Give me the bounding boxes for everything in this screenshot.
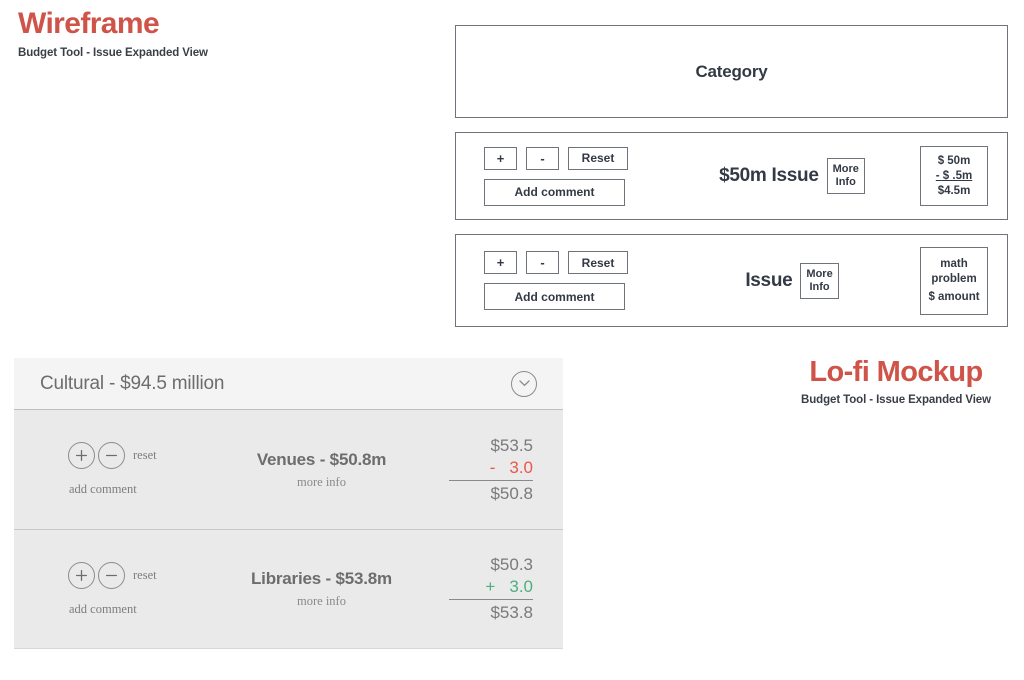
wireframe-button-row: + - Reset bbox=[484, 251, 664, 274]
add-comment-link[interactable]: add comment bbox=[69, 602, 220, 617]
wireframe-subtitle: Budget Tool - Issue Expanded View bbox=[18, 46, 208, 59]
decrement-button[interactable] bbox=[98, 442, 125, 469]
wireframe-issue-title-group: Issue More Info bbox=[664, 262, 920, 299]
wireframe-controls-group: + - Reset Add comment bbox=[463, 251, 664, 310]
increment-button[interactable]: + bbox=[484, 251, 517, 274]
math-delta-value: 3.0 bbox=[509, 577, 533, 596]
issue-row: reset add comment Venues - $50.8m more i… bbox=[14, 410, 563, 529]
stepper-group: reset bbox=[68, 442, 220, 469]
wireframe-math-box: $ 50m - $ .5m $4.5m bbox=[920, 146, 988, 206]
more-info-line-1: More bbox=[806, 267, 833, 280]
increment-button[interactable] bbox=[68, 561, 95, 589]
math-base-value: $50.3 bbox=[490, 555, 533, 574]
wireframe-issue-title-group: $50m Issue More Info bbox=[664, 158, 920, 194]
decrement-button[interactable] bbox=[98, 561, 125, 589]
more-info-button[interactable]: More Info bbox=[826, 158, 865, 194]
reset-link[interactable]: reset bbox=[133, 448, 157, 463]
add-comment-link[interactable]: add comment bbox=[69, 482, 220, 497]
math-total: $4.5m bbox=[937, 184, 971, 197]
math-base-value: $53.5 bbox=[490, 435, 533, 455]
category-title: Cultural - $94.5 million bbox=[40, 372, 225, 394]
wireframe-title: Wireframe bbox=[18, 7, 160, 40]
math-placeholder-line-2: problem bbox=[931, 272, 977, 285]
more-info-button[interactable]: More Info bbox=[800, 262, 839, 299]
reset-button[interactable]: Reset bbox=[568, 251, 628, 274]
increment-button[interactable] bbox=[68, 442, 95, 469]
more-info-link[interactable]: more info bbox=[220, 475, 423, 490]
issue-math-summary: $50.3 + 3.0 $53.8 bbox=[449, 554, 541, 624]
more-info-line-2: Info bbox=[835, 176, 856, 188]
more-info-line-1: More bbox=[832, 163, 859, 175]
lofi-subtitle: Budget Tool - Issue Expanded View bbox=[801, 394, 991, 407]
math-delta-row: - 3.0 bbox=[449, 457, 533, 481]
lofi-section-header: Lo-fi Mockup Budget Tool - Issue Expande… bbox=[790, 356, 1002, 407]
math-base: $ 50m bbox=[937, 154, 971, 167]
decrement-button[interactable]: - bbox=[526, 251, 559, 274]
wireframe-issue-row: + - Reset Add comment $50m Issue More In… bbox=[455, 132, 1008, 220]
wireframe-math-box: math problem $ amount bbox=[920, 246, 988, 315]
wireframe-button-row: + - Reset bbox=[484, 146, 664, 170]
issue-math-summary: $53.5 - 3.0 $50.8 bbox=[449, 435, 541, 505]
stepper-group: reset bbox=[68, 561, 220, 589]
math-delta: - $ .5m bbox=[935, 169, 973, 182]
add-comment-button[interactable]: Add comment bbox=[484, 178, 625, 206]
issue-title: Issue bbox=[745, 269, 793, 291]
issue-info: Libraries - $53.8m more info bbox=[220, 569, 449, 609]
issue-controls: reset add comment bbox=[40, 561, 220, 617]
wireframe-section-header: Wireframe Budget Tool - Issue Expanded V… bbox=[18, 8, 208, 59]
math-operator: + bbox=[485, 577, 496, 596]
reset-button[interactable]: Reset bbox=[568, 146, 628, 170]
math-total-value: $53.8 bbox=[490, 603, 533, 622]
increment-button[interactable]: + bbox=[484, 146, 517, 170]
issue-info: Venues - $50.8m more info bbox=[220, 450, 449, 490]
issue-title: Libraries - $53.8m bbox=[251, 569, 392, 588]
math-operator: - bbox=[489, 457, 496, 477]
wireframe-controls-group: + - Reset Add comment bbox=[463, 146, 664, 206]
category-header[interactable]: Cultural - $94.5 million bbox=[14, 358, 563, 410]
math-delta-row: + 3.0 bbox=[449, 576, 533, 600]
issue-controls: reset add comment bbox=[40, 442, 220, 497]
budget-category-panel: Cultural - $94.5 million reset add comme… bbox=[14, 358, 563, 649]
reset-link[interactable]: reset bbox=[133, 568, 157, 583]
wireframe-issue-row: + - Reset Add comment Issue More Info ma… bbox=[455, 234, 1008, 327]
issue-title: $50m Issue bbox=[719, 165, 819, 186]
math-placeholder-line-3: $ amount bbox=[928, 290, 980, 303]
add-comment-button[interactable]: Add comment bbox=[484, 283, 625, 310]
math-total-row: $53.8 bbox=[449, 602, 533, 624]
chevron-down-icon[interactable] bbox=[511, 370, 537, 397]
wireframe-category-box: Category bbox=[455, 25, 1008, 118]
math-base-row: $53.5 bbox=[449, 435, 533, 457]
math-total-row: $50.8 bbox=[449, 483, 533, 505]
math-base-row: $50.3 bbox=[449, 554, 533, 576]
math-delta-value: 3.0 bbox=[509, 457, 533, 477]
decrement-button[interactable]: - bbox=[526, 146, 559, 170]
math-placeholder-line-1: math bbox=[940, 257, 968, 270]
more-info-line-2: Info bbox=[809, 280, 830, 293]
wireframe-category-label: Category bbox=[695, 61, 768, 81]
lofi-title: Lo-fi Mockup bbox=[809, 356, 983, 388]
more-info-link[interactable]: more info bbox=[220, 594, 423, 609]
wireframe-diagram: Category + - Reset Add comment $50m Issu… bbox=[455, 25, 1008, 327]
issue-row: reset add comment Libraries - $53.8m mor… bbox=[14, 529, 563, 648]
issue-title: Venues - $50.8m bbox=[256, 449, 387, 469]
math-total-value: $50.8 bbox=[490, 483, 533, 503]
